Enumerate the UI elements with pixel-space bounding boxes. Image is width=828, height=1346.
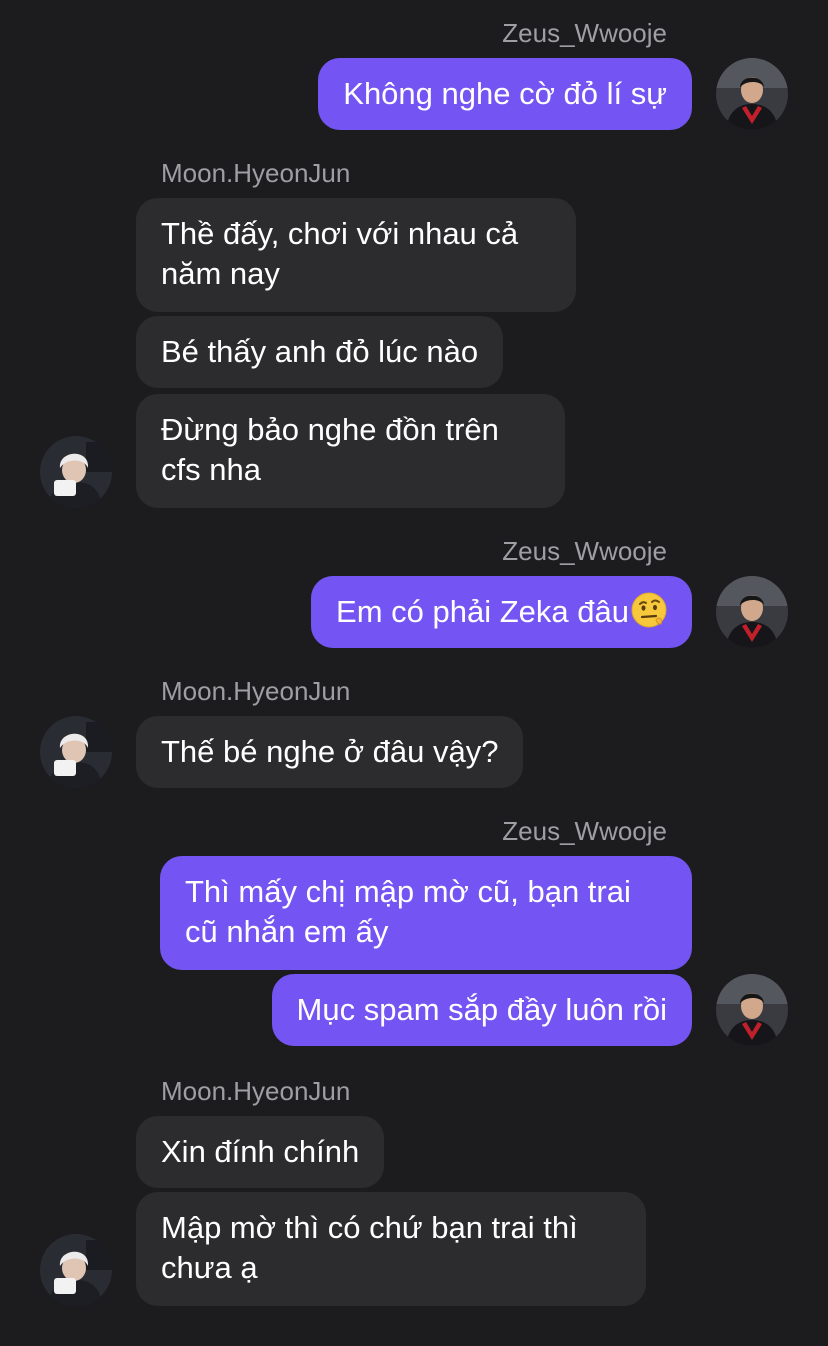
sender-name: Zeus_Wwooje <box>502 18 667 48</box>
outgoing-message[interactable]: Mục spam sắp đầy luôn rồi <box>271 974 692 1046</box>
avatar-moon[interactable] <box>40 436 112 508</box>
outgoing-message[interactable]: Không nghe cờ đỏ lí sự <box>318 58 692 130</box>
message-text: Em có phải Zeka đâu <box>336 594 629 629</box>
incoming-message[interactable]: Bé thấy anh đỏ lúc nào <box>136 316 504 388</box>
incoming-message[interactable]: Mập mờ thì có chứ bạn trai thì chưa ạ <box>136 1192 646 1306</box>
outgoing-message[interactable]: Thì mấy chị mập mờ cũ, bạn trai cũ nhắn … <box>160 856 692 970</box>
avatar-moon[interactable] <box>40 716 112 788</box>
sender-name: Moon.HyeonJun <box>161 1076 351 1106</box>
avatar-zeus[interactable] <box>716 576 788 648</box>
incoming-message[interactable]: Thế bé nghe ở đâu vậy? <box>136 716 524 788</box>
incoming-message[interactable]: Thề đấy, chơi với nhau cả năm nay <box>136 198 576 312</box>
outgoing-message[interactable]: Em có phải Zeka đâu <box>311 576 692 648</box>
sender-name: Zeus_Wwooje <box>502 536 667 566</box>
avatar-zeus[interactable] <box>716 974 788 1046</box>
avatar-moon[interactable] <box>40 1234 112 1306</box>
avatar-zeus[interactable] <box>716 58 788 130</box>
chat-screen: Zeus_Wwooje Không nghe cờ đỏ lí sự Moon.… <box>0 0 828 1346</box>
sender-name: Moon.HyeonJun <box>161 158 351 188</box>
incoming-message[interactable]: Xin đính chính <box>136 1116 385 1188</box>
incoming-message[interactable]: Đừng bảo nghe đồn trên cfs nha <box>136 394 565 508</box>
sender-name: Moon.HyeonJun <box>161 676 351 706</box>
face-with-raised-eyebrow-icon <box>631 592 667 628</box>
sender-name: Zeus_Wwooje <box>502 816 667 846</box>
